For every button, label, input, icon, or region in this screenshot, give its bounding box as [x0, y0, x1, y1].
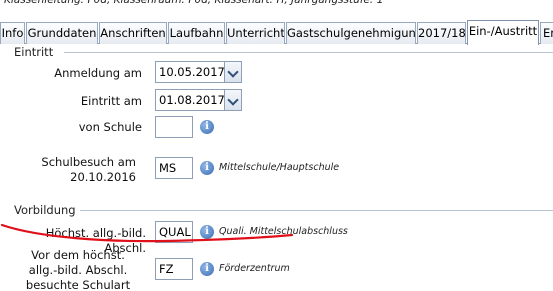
tab-info[interactable]: Info — [0, 22, 25, 44]
anmeldung-date-field[interactable]: 10.05.2017 — [155, 61, 225, 83]
tab-laufbahn[interactable]: Laufbahn — [168, 22, 225, 44]
tab-bar: Info Grunddaten Anschriften Laufbahn Unt… — [0, 20, 553, 45]
abschluss-hint: Quali. Mittelschulabschluss — [219, 226, 348, 237]
tab-unterricht[interactable]: Unterricht — [226, 22, 285, 44]
tab-grunddaten[interactable]: Grunddaten — [26, 22, 98, 44]
header-info-text: Klassenleitung: F0d, Klassenraum: F0d, K… — [4, 0, 384, 6]
schulbesuch-hint: Mittelschule/Hauptschule — [219, 162, 340, 173]
eintritt-date-field[interactable]: 01.08.2017 — [155, 89, 225, 111]
label-schulbesuch: Schulbesuch am 20.10.2016 — [41, 155, 136, 184]
schulbesuch-input[interactable]: MS — [155, 157, 193, 179]
tab-schuljahr[interactable]: 2017/18 — [417, 22, 466, 44]
eintritt-dropdown-button[interactable] — [224, 89, 242, 111]
label-vorherige-schulart: Vor dem höchst. allg.-bild. Abschl. besu… — [25, 248, 131, 291]
von-schule-input[interactable] — [155, 116, 193, 138]
schulart-hint: Förderzentrum — [219, 263, 290, 274]
section-title-vorbildung: Vorbildung — [14, 203, 76, 217]
anmeldung-dropdown-button[interactable] — [224, 61, 242, 83]
info-icon[interactable]: i — [200, 262, 214, 276]
section-divider — [64, 52, 553, 53]
tab-ein-austritt[interactable]: Ein-/Austritt — [467, 20, 539, 45]
tab-gastschulgenehmigung[interactable]: Gastschulgenehmigung — [286, 22, 416, 44]
tab-en-partial[interactable]: En — [540, 22, 553, 44]
label-von-schule: von Schule — [78, 120, 142, 134]
abschluss-input[interactable]: QUAL — [155, 221, 193, 243]
schulart-input[interactable]: FZ — [155, 258, 193, 280]
section-title-eintritt: Eintritt — [14, 45, 54, 59]
info-icon[interactable]: i — [200, 120, 214, 134]
label-eintritt-am: Eintritt am — [80, 94, 142, 108]
tab-anschriften[interactable]: Anschriften — [99, 22, 167, 44]
info-icon[interactable]: i — [200, 161, 214, 175]
info-icon[interactable]: i — [200, 225, 214, 239]
section-divider — [80, 210, 553, 211]
label-anmeldung: Anmeldung am — [54, 66, 142, 80]
